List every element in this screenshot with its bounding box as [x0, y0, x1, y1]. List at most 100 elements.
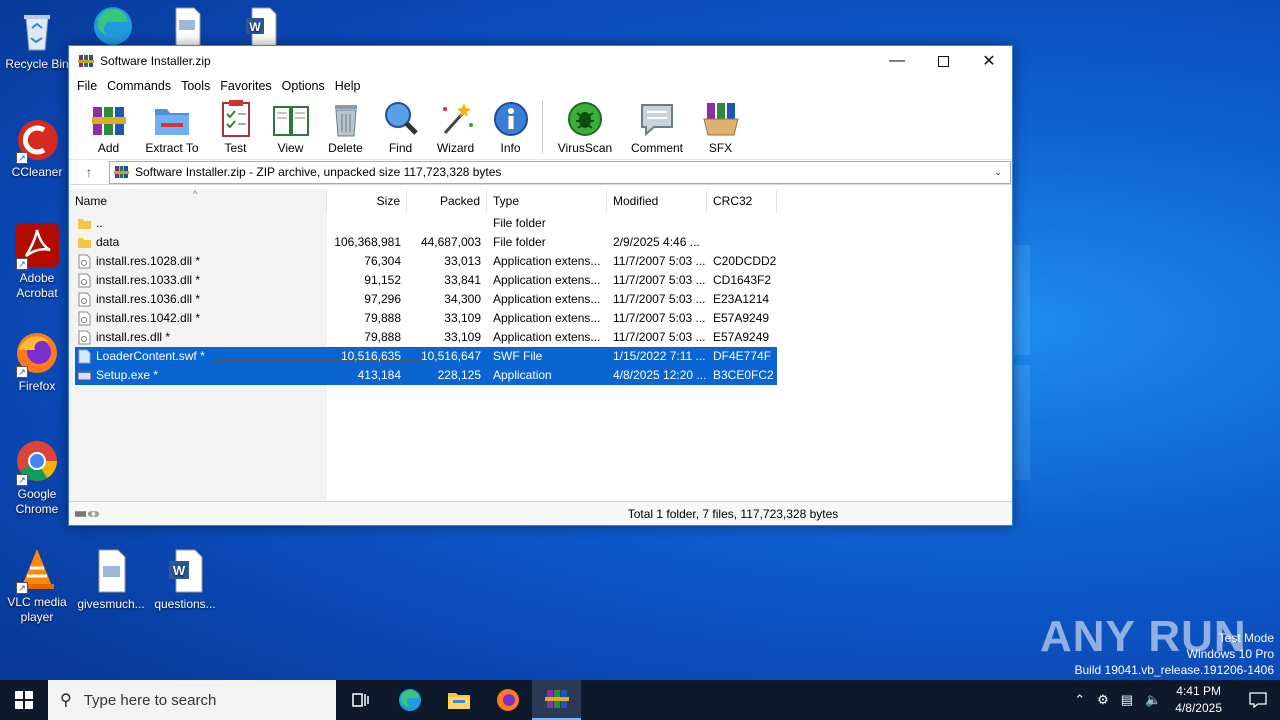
file-packed: 44,687,003	[420, 235, 481, 249]
device-icon[interactable]: ⚙	[1097, 692, 1109, 708]
address-field[interactable]: Software Installer.zip - ZIP archive, un…	[109, 160, 1011, 184]
info-icon	[493, 102, 528, 136]
file-name: install.res.1028.dll *	[96, 254, 201, 268]
desktop-icon-recycle-bin[interactable]: Recycle Bin	[2, 8, 72, 72]
up-one-level-button[interactable]: ↑	[69, 160, 109, 184]
status-bar: Total 1 folder, 7 files, 117,723,328 byt…	[69, 501, 1012, 525]
file-type: Application	[493, 368, 552, 382]
column-packed[interactable]: Packed	[407, 189, 487, 213]
column-type[interactable]: Type	[487, 189, 607, 213]
desktop-icon-questions[interactable]: W questions...	[150, 548, 220, 612]
volume-icon[interactable]: 🔈	[1145, 692, 1161, 708]
taskbar-file-explorer[interactable]	[434, 680, 483, 720]
taskbar-firefox[interactable]	[483, 680, 532, 720]
tool-label: Add	[97, 141, 120, 155]
maximize-button[interactable]	[920, 46, 966, 76]
file-crc32: E57A9249	[713, 330, 770, 344]
dll-file-icon	[78, 273, 91, 288]
virusscan-button[interactable]: VirusScan	[549, 96, 621, 155]
wizard-button[interactable]: Wizard	[428, 96, 483, 155]
minimize-button[interactable]: —	[874, 46, 920, 76]
delete-button[interactable]: Delete	[318, 96, 373, 155]
test-button[interactable]: Test	[208, 96, 263, 155]
file-size	[327, 214, 407, 233]
file-name: data	[96, 235, 120, 249]
file-row[interactable]: install.res.1033.dll * 91,152 33,841 Applic…	[69, 271, 777, 290]
desktop-icon-google-chrome[interactable]: ↗ Google Chrome	[2, 438, 72, 517]
desktop-icon-givesmuch[interactable]: givesmuch...	[76, 548, 146, 612]
firefox-icon: ↗	[14, 330, 60, 378]
word-document-icon: W	[162, 548, 208, 594]
taskbar-search-box[interactable]: ⚲ Type here to search	[48, 680, 336, 720]
menu-tools[interactable]: Tools	[181, 79, 218, 93]
desktop-icon-adobe-acrobat[interactable]: ↗ Adobe Acrobat	[2, 222, 72, 301]
firefox-icon	[496, 689, 519, 711]
tool-label: Delete	[328, 141, 363, 155]
file-modified: 11/7/2007 5:03 ...	[613, 292, 706, 306]
file-row[interactable]: .. File folder	[69, 214, 777, 233]
search-icon: ⚲	[60, 692, 72, 709]
ccleaner-icon: ↗	[14, 116, 60, 164]
menu-help[interactable]: Help	[335, 79, 369, 93]
desktop-icon-ccleaner[interactable]: ↗ CCleaner	[2, 116, 72, 180]
menu-options[interactable]: Options	[282, 79, 333, 93]
windows-logo-icon	[15, 691, 33, 709]
file-size: 79,888	[364, 330, 401, 344]
chevron-up-icon[interactable]: ⌃	[1074, 692, 1085, 708]
column-size-label: Size	[376, 194, 400, 208]
file-name: install.res.1033.dll *	[96, 273, 201, 287]
view-icon	[272, 106, 309, 136]
file-packed	[407, 214, 487, 233]
extract-to-button[interactable]: Extract To	[136, 96, 208, 155]
find-button[interactable]: Find	[373, 96, 428, 155]
task-view-button[interactable]	[336, 680, 385, 720]
clock-date: 4/8/2025	[1175, 701, 1222, 715]
file-row[interactable]: install.res.1036.dll * 97,296 34,300 Applic…	[69, 290, 777, 309]
zip-archive-icon	[114, 166, 129, 178]
menu-commands[interactable]: Commands	[107, 79, 179, 93]
drive-icon[interactable]	[69, 508, 99, 520]
folder-icon	[78, 219, 91, 229]
file-row[interactable]: Setup.exe * 413,184 228,125 Application 4/8/…	[69, 366, 777, 385]
watermark-line: Build 19041.vb_release.191206-1406	[1074, 663, 1275, 677]
taskbar-winrar[interactable]	[532, 680, 581, 720]
test-icon	[221, 100, 250, 137]
title-bar[interactable]: Software Installer.zip — ✕	[69, 46, 1012, 76]
desktop-icon-label: Google Chrome	[15, 487, 59, 516]
column-size[interactable]: Size	[327, 189, 407, 213]
task-view-icon	[351, 693, 369, 707]
file-row[interactable]: LoaderContent.swf * 10,516,635 10,516,647 S…	[69, 347, 777, 366]
file-crc32: E57A9249	[713, 311, 770, 325]
column-name[interactable]: ^ Name	[69, 189, 327, 213]
view-button[interactable]: View	[263, 96, 318, 155]
add-button[interactable]: Add	[81, 96, 136, 155]
info-button[interactable]: Info	[483, 96, 538, 155]
tool-label: Extract To	[145, 141, 199, 155]
file-crc32: DF4E774F	[713, 349, 772, 363]
close-button[interactable]: ✕	[966, 46, 1012, 76]
network-icon[interactable]: ▤	[1121, 692, 1133, 708]
desktop-icon-firefox[interactable]: ↗ Firefox	[2, 330, 72, 394]
taskbar-edge[interactable]	[385, 680, 434, 720]
file-row[interactable]: data 106,368,981 44,687,003 File folder 2/9/…	[69, 233, 777, 252]
chevron-down-icon[interactable]: ⌄	[994, 167, 1010, 178]
menu-favorites[interactable]: Favorites	[220, 79, 279, 93]
column-modified[interactable]: Modified	[607, 189, 707, 213]
menu-file[interactable]: File	[77, 79, 105, 93]
file-row[interactable]: install.res.1042.dll * 79,888 33,109 Applic…	[69, 309, 777, 328]
file-modified: 1/15/2022 7:11 ...	[613, 349, 706, 363]
sfx-icon	[702, 103, 739, 136]
notifications-button[interactable]	[1236, 692, 1280, 708]
file-row[interactable]: install.res.1028.dll * 76,304 33,013 Applic…	[69, 252, 777, 271]
column-crc32[interactable]: CRC32	[707, 189, 777, 213]
file-name: LoaderContent.swf *	[96, 349, 205, 363]
column-crc32-label: CRC32	[713, 194, 753, 208]
file-type: File folder	[493, 235, 546, 249]
file-type: SWF File	[493, 349, 543, 363]
clock[interactable]: 4:41 PM 4/8/2025	[1175, 683, 1222, 717]
sfx-button[interactable]: SFX	[693, 96, 748, 155]
desktop-icon-vlc[interactable]: ↗ VLC media player	[2, 546, 72, 625]
comment-button[interactable]: Comment	[621, 96, 693, 155]
file-row[interactable]: install.res.dll * 79,888 33,109 Application…	[69, 328, 777, 347]
start-button[interactable]	[0, 680, 48, 720]
